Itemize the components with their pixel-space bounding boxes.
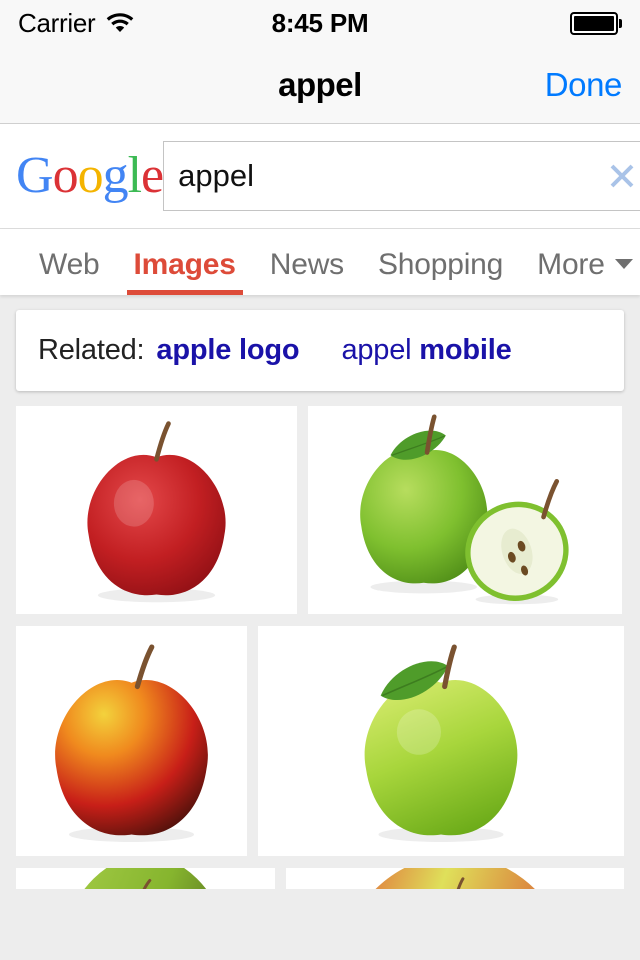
chevron-down-icon	[614, 259, 633, 269]
tab-web[interactable]: Web	[22, 248, 117, 295]
related-searches-card: Related: apple logo appel mobile	[16, 310, 624, 391]
wifi-icon	[105, 10, 135, 37]
tab-shopping[interactable]: Shopping	[361, 248, 520, 295]
google-logo-letter-5: e	[141, 147, 164, 204]
tab-more[interactable]: More	[520, 248, 640, 295]
image-result-red-apple[interactable]	[16, 406, 297, 614]
image-result-green-apples-halved[interactable]	[308, 406, 622, 614]
battery-full-icon	[570, 11, 622, 35]
image-result-red-yellow-apple[interactable]	[16, 626, 247, 856]
search-input[interactable]	[164, 142, 592, 210]
image-result-green-apple-leaf[interactable]	[258, 626, 624, 856]
navigation-bar: appel Done	[0, 46, 640, 124]
google-logo-letter-2: o	[77, 147, 104, 204]
results-area: Related: apple logo appel mobile	[0, 295, 640, 889]
status-bar: Carrier 8:45 PM	[0, 0, 640, 46]
tab-bar: Web Images News Shopping More	[0, 229, 640, 295]
close-icon[interactable]	[591, 142, 640, 210]
carrier-label: Carrier	[18, 7, 96, 38]
related-link-plain: appel	[341, 334, 420, 366]
related-link-bold: apple logo	[156, 334, 300, 366]
image-results-row	[16, 406, 624, 614]
tab-label: More	[537, 248, 605, 281]
carrier-group: Carrier	[18, 8, 135, 39]
image-result-green-red-apple-top[interactable]	[16, 868, 275, 889]
done-button[interactable]: Done	[545, 66, 623, 104]
google-logo-letter-4: l	[127, 147, 142, 204]
related-link-0[interactable]: apple logo	[156, 334, 299, 366]
image-results-row	[16, 868, 624, 889]
google-logo[interactable]: Google	[16, 147, 164, 204]
search-field-wrapper	[163, 141, 640, 211]
google-logo-letter-1: o	[52, 147, 79, 204]
related-label: Related:	[38, 334, 145, 366]
related-link-bold: mobile	[419, 334, 512, 366]
related-links: apple logo appel mobile	[156, 334, 553, 367]
image-results-grid	[16, 406, 624, 889]
related-link-1[interactable]: appel mobile	[341, 334, 511, 366]
tab-news[interactable]: News	[253, 248, 361, 295]
image-results-row	[16, 626, 624, 856]
search-header: Google	[0, 124, 640, 229]
tab-images[interactable]: Images	[117, 248, 253, 295]
google-logo-letter-0: G	[16, 147, 54, 204]
google-logo-letter-3: g	[102, 147, 129, 204]
image-result-red-apple-top[interactable]	[285, 868, 624, 889]
